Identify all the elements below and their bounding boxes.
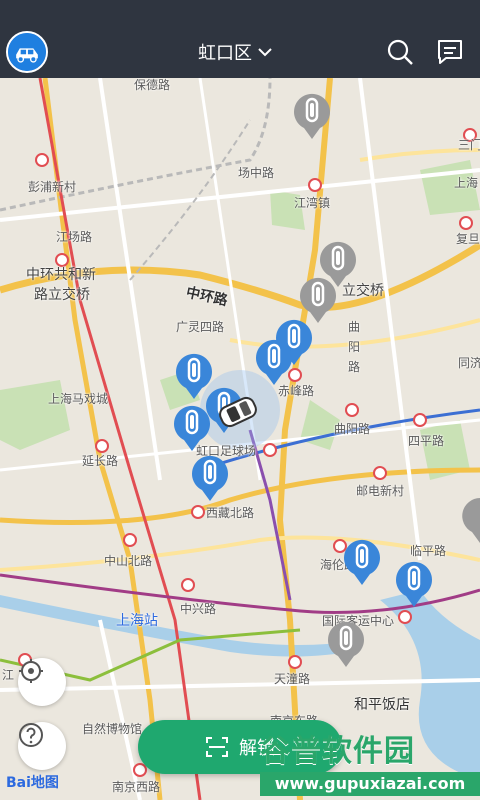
user-car-icon (219, 396, 257, 428)
scan-icon (206, 737, 228, 757)
bike-pin-active[interactable] (172, 402, 212, 452)
map-label: 临平路 (410, 544, 447, 558)
bike-pin-active[interactable] (342, 536, 382, 586)
car-logo-icon[interactable] (6, 31, 48, 73)
map-label: 江湾镇 (294, 196, 331, 210)
map-label: 天潼路 (274, 672, 311, 686)
map-label: 广灵四路 (176, 320, 225, 334)
map-label: 三门 (458, 138, 480, 152)
map-label: 阳 (348, 340, 361, 354)
map-label: 延长路 (82, 454, 119, 468)
bike-pin-active[interactable] (394, 558, 434, 608)
top-bar: 虹口区 (0, 0, 480, 78)
watermark-url: www.gupuxiazai.com (260, 772, 480, 796)
bike-pin-inactive[interactable] (462, 494, 480, 544)
bike-pin-inactive[interactable] (292, 90, 332, 140)
map-label: 曲 (348, 320, 361, 334)
search-icon[interactable] (386, 38, 414, 66)
map-label: 南京西路 (112, 780, 161, 794)
bike-pin-active[interactable] (254, 336, 294, 386)
map-label: 西藏北路 (206, 506, 255, 520)
map-label: 曲阳路 (334, 422, 371, 436)
map-label: 彭浦新村 (28, 180, 77, 194)
map-label: 同济 (458, 356, 480, 370)
map-label: 上海 (454, 176, 479, 190)
map-label: 和平饭店 (354, 697, 410, 713)
bike-pin-active[interactable] (190, 452, 230, 502)
map-label: 邮电新村 (356, 484, 405, 498)
help-button[interactable] (18, 722, 66, 770)
chevron-down-icon (258, 48, 272, 57)
help-icon (19, 723, 43, 747)
map-label: 路立交桥 (34, 287, 90, 303)
map-label: 自然博物馆 (82, 722, 143, 736)
map-label: 场中路 (238, 166, 275, 180)
map-label: 上海站 (116, 613, 158, 629)
watermark-title: 谷普软件园 (260, 734, 415, 769)
map-label: 中山北路 (104, 554, 153, 568)
map-label: 保德路 (134, 78, 171, 92)
map-label: 江场路 (56, 230, 93, 244)
map-label: 江 (2, 668, 15, 682)
message-icon[interactable] (436, 38, 464, 66)
map-label: 中环共和新 (26, 267, 96, 283)
district-label: 虹口区 (198, 43, 252, 64)
watermark: 谷普软件园 www.gupuxiazai.com (260, 726, 480, 800)
map-view[interactable]: 保德路 三门 彭浦新村 场中路 江湾镇 上海 江场路 复旦 中环共和新 路立交桥… (0, 78, 480, 800)
locate-button[interactable] (18, 658, 66, 706)
locate-icon (19, 659, 43, 683)
baidu-map-logo: Bai地图 (6, 775, 59, 791)
map-label: 路 (348, 360, 361, 374)
district-selector[interactable]: 虹口区 (198, 39, 272, 65)
map-label: 中兴路 (180, 602, 217, 616)
map-label: 上海马戏城 (48, 392, 109, 406)
bike-pin-inactive[interactable] (326, 618, 366, 668)
map-label: 复旦 (456, 232, 480, 246)
map-label: 四平路 (408, 434, 445, 448)
